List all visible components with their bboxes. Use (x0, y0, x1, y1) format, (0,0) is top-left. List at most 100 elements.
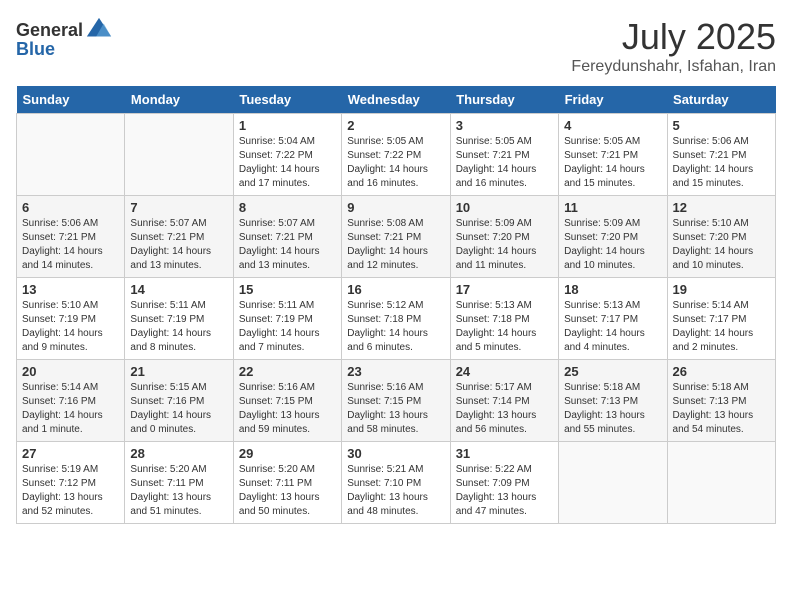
day-number: 9 (347, 200, 444, 215)
day-number: 26 (673, 364, 770, 379)
weekday-header-thursday: Thursday (450, 86, 558, 114)
calendar-cell: 21 Sunrise: 5:15 AM Sunset: 7:16 PM Dayli… (125, 360, 233, 442)
day-number: 23 (347, 364, 444, 379)
day-number: 24 (456, 364, 553, 379)
calendar-cell: 6 Sunrise: 5:06 AM Sunset: 7:21 PM Daylig… (17, 196, 125, 278)
calendar-cell (667, 442, 775, 524)
calendar-cell (559, 442, 667, 524)
day-info: Sunrise: 5:13 AM Sunset: 7:17 PM Dayligh… (564, 299, 661, 355)
weekday-header-wednesday: Wednesday (342, 86, 450, 114)
day-info: Sunrise: 5:14 AM Sunset: 7:17 PM Dayligh… (673, 299, 770, 355)
day-number: 30 (347, 446, 444, 461)
calendar-week-row: 27Sunrise: 5:19 AM Sunset: 7:12 PM Dayli… (17, 442, 776, 524)
day-number: 8 (239, 200, 336, 215)
day-number: 15 (239, 282, 336, 297)
title-location: Fereydunshahr, Isfahan, Iran (571, 58, 776, 76)
calendar-cell (125, 114, 233, 196)
day-info: Sunrise: 5:15 AM Sunset: 7:16 PM Dayligh… (130, 381, 227, 437)
day-number: 17 (456, 282, 553, 297)
day-number: 21 (130, 364, 227, 379)
day-info: Sunrise: 5:10 AM Sunset: 7:19 PM Dayligh… (22, 299, 119, 355)
day-number: 16 (347, 282, 444, 297)
title-month: July 2025 (571, 16, 776, 58)
calendar-week-row: 20 Sunrise: 5:14 AM Sunset: 7:16 PM Dayli… (17, 360, 776, 442)
day-info: Sunrise: 5:11 AM Sunset: 7:19 PM Dayligh… (239, 299, 336, 355)
day-info: Sunrise: 5:04 AM Sunset: 7:22 PM Dayligh… (239, 135, 336, 191)
day-number: 20 (22, 364, 119, 379)
calendar-cell: 18Sunrise: 5:13 AM Sunset: 7:17 PM Dayli… (559, 278, 667, 360)
day-number: 31 (456, 446, 553, 461)
day-info: Sunrise: 5:09 AM Sunset: 7:20 PM Dayligh… (456, 217, 553, 273)
calendar-cell: 8 Sunrise: 5:07 AM Sunset: 7:21 PM Daylig… (233, 196, 341, 278)
weekday-header-tuesday: Tuesday (233, 86, 341, 114)
weekday-header-monday: Monday (125, 86, 233, 114)
day-info: Sunrise: 5:06 AM Sunset: 7:21 PM Dayligh… (22, 217, 119, 273)
page-header: General Blue July 2025 Fereydunshahr, Is… (16, 16, 776, 76)
day-info: Sunrise: 5:16 AM Sunset: 7:15 PM Dayligh… (347, 381, 444, 437)
day-number: 10 (456, 200, 553, 215)
calendar-cell: 26 Sunrise: 5:18 AM Sunset: 7:13 PM Dayli… (667, 360, 775, 442)
day-info: Sunrise: 5:05 AM Sunset: 7:22 PM Dayligh… (347, 135, 444, 191)
day-info: Sunrise: 5:08 AM Sunset: 7:21 PM Dayligh… (347, 217, 444, 273)
calendar-cell: 29 Sunrise: 5:20 AM Sunset: 7:11 PM Dayli… (233, 442, 341, 524)
day-info: Sunrise: 5:18 AM Sunset: 7:13 PM Dayligh… (673, 381, 770, 437)
calendar-cell: 24 Sunrise: 5:17 AM Sunset: 7:14 PM Dayli… (450, 360, 558, 442)
day-info: Sunrise: 5:09 AM Sunset: 7:20 PM Dayligh… (564, 217, 661, 273)
calendar-cell: 17 Sunrise: 5:13 AM Sunset: 7:18 PM Dayli… (450, 278, 558, 360)
calendar-week-row: 6 Sunrise: 5:06 AM Sunset: 7:21 PM Daylig… (17, 196, 776, 278)
calendar-cell: 20 Sunrise: 5:14 AM Sunset: 7:16 PM Dayli… (17, 360, 125, 442)
day-number: 13 (22, 282, 119, 297)
weekday-header-sunday: Sunday (17, 86, 125, 114)
day-info: Sunrise: 5:20 AM Sunset: 7:11 PM Dayligh… (130, 463, 227, 519)
day-number: 12 (673, 200, 770, 215)
calendar-cell: 5Sunrise: 5:06 AM Sunset: 7:21 PM Daylig… (667, 114, 775, 196)
day-info: Sunrise: 5:07 AM Sunset: 7:21 PM Dayligh… (239, 217, 336, 273)
day-number: 2 (347, 118, 444, 133)
day-info: Sunrise: 5:13 AM Sunset: 7:18 PM Dayligh… (456, 299, 553, 355)
calendar-cell: 1Sunrise: 5:04 AM Sunset: 7:22 PM Daylig… (233, 114, 341, 196)
day-info: Sunrise: 5:14 AM Sunset: 7:16 PM Dayligh… (22, 381, 119, 437)
weekday-header-saturday: Saturday (667, 86, 775, 114)
calendar-cell: 23 Sunrise: 5:16 AM Sunset: 7:15 PM Dayli… (342, 360, 450, 442)
calendar-cell: 2 Sunrise: 5:05 AM Sunset: 7:22 PM Daylig… (342, 114, 450, 196)
calendar-cell: 31Sunrise: 5:22 AM Sunset: 7:09 PM Dayli… (450, 442, 558, 524)
calendar-cell: 30 Sunrise: 5:21 AM Sunset: 7:10 PM Dayli… (342, 442, 450, 524)
logo: General Blue (16, 16, 113, 58)
day-number: 14 (130, 282, 227, 297)
calendar-cell: 11 Sunrise: 5:09 AM Sunset: 7:20 PM Dayli… (559, 196, 667, 278)
day-info: Sunrise: 5:21 AM Sunset: 7:10 PM Dayligh… (347, 463, 444, 519)
weekday-header-friday: Friday (559, 86, 667, 114)
day-number: 7 (130, 200, 227, 215)
day-number: 6 (22, 200, 119, 215)
weekday-header-row: SundayMondayTuesdayWednesdayThursdayFrid… (17, 86, 776, 114)
calendar-cell: 9 Sunrise: 5:08 AM Sunset: 7:21 PM Daylig… (342, 196, 450, 278)
day-number: 5 (673, 118, 770, 133)
calendar-cell: 15 Sunrise: 5:11 AM Sunset: 7:19 PM Dayli… (233, 278, 341, 360)
calendar-cell: 4 Sunrise: 5:05 AM Sunset: 7:21 PM Daylig… (559, 114, 667, 196)
day-number: 29 (239, 446, 336, 461)
calendar-cell: 12 Sunrise: 5:10 AM Sunset: 7:20 PM Dayli… (667, 196, 775, 278)
calendar-cell: 28 Sunrise: 5:20 AM Sunset: 7:11 PM Dayli… (125, 442, 233, 524)
day-info: Sunrise: 5:17 AM Sunset: 7:14 PM Dayligh… (456, 381, 553, 437)
day-info: Sunrise: 5:20 AM Sunset: 7:11 PM Dayligh… (239, 463, 336, 519)
calendar-cell: 16 Sunrise: 5:12 AM Sunset: 7:18 PM Dayli… (342, 278, 450, 360)
day-info: Sunrise: 5:10 AM Sunset: 7:20 PM Dayligh… (673, 217, 770, 273)
day-info: Sunrise: 5:12 AM Sunset: 7:18 PM Dayligh… (347, 299, 444, 355)
day-number: 28 (130, 446, 227, 461)
calendar-cell: 22Sunrise: 5:16 AM Sunset: 7:15 PM Dayli… (233, 360, 341, 442)
day-number: 19 (673, 282, 770, 297)
day-number: 3 (456, 118, 553, 133)
day-info: Sunrise: 5:07 AM Sunset: 7:21 PM Dayligh… (130, 217, 227, 273)
calendar-cell: 27Sunrise: 5:19 AM Sunset: 7:12 PM Dayli… (17, 442, 125, 524)
day-number: 27 (22, 446, 119, 461)
day-info: Sunrise: 5:05 AM Sunset: 7:21 PM Dayligh… (564, 135, 661, 191)
calendar-table: SundayMondayTuesdayWednesdayThursdayFrid… (16, 86, 776, 524)
calendar-cell: 19 Sunrise: 5:14 AM Sunset: 7:17 PM Dayli… (667, 278, 775, 360)
calendar-cell: 10 Sunrise: 5:09 AM Sunset: 7:20 PM Dayli… (450, 196, 558, 278)
day-number: 11 (564, 200, 661, 215)
day-number: 4 (564, 118, 661, 133)
calendar-cell: 25Sunrise: 5:18 AM Sunset: 7:13 PM Dayli… (559, 360, 667, 442)
calendar-cell (17, 114, 125, 196)
logo-icon (85, 16, 113, 44)
calendar-cell: 3Sunrise: 5:05 AM Sunset: 7:21 PM Daylig… (450, 114, 558, 196)
